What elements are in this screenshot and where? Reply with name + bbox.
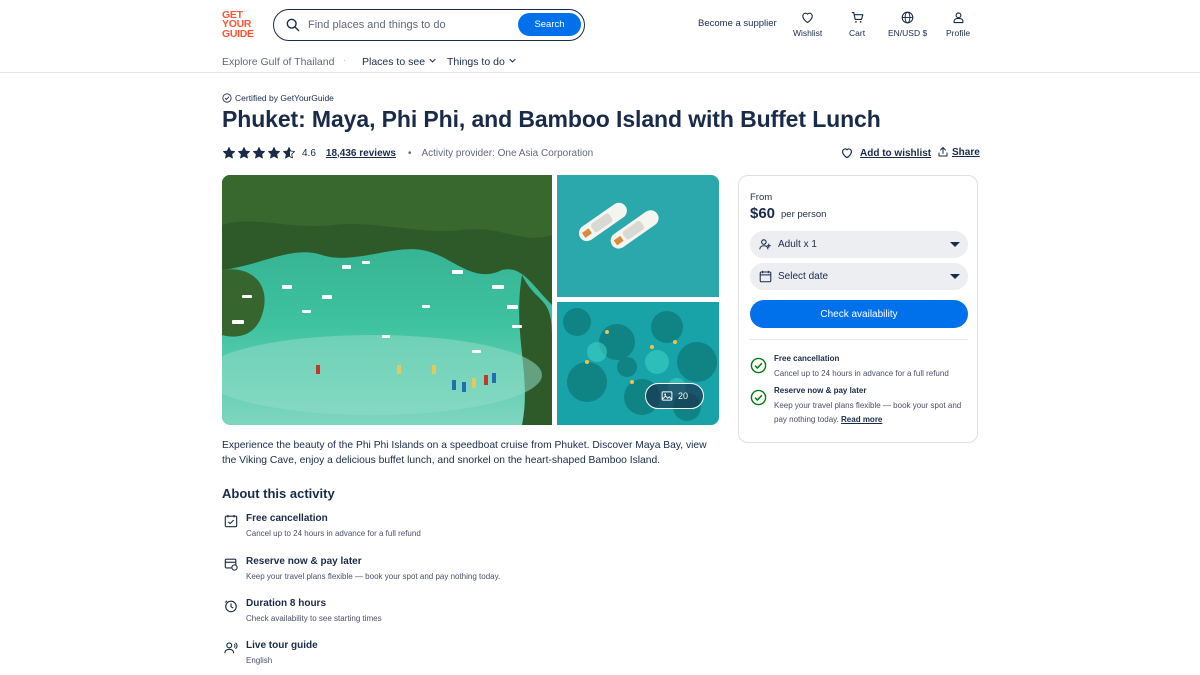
things-to-do-dropdown[interactable]: Things to do [447,56,516,68]
wallet-calendar-icon [224,558,238,571]
search-bar: Search [273,9,585,41]
rating-value: 4.6 [302,147,316,159]
feature-subtitle: English [246,656,273,665]
gallery-photo-speedboats[interactable] [557,175,719,297]
caret-down-icon [950,274,960,279]
nav-wishlist[interactable]: Wishlist [793,10,822,38]
check-availability-button[interactable]: Check availability [750,300,968,328]
star-icon [237,147,251,159]
badge-check-icon [222,93,232,103]
feature-title: Free cancellation [246,513,328,524]
feature-title: Duration 8 hours [246,598,327,609]
price-per-person: per person [781,209,827,220]
caret-down-icon [950,242,960,247]
nav-cart-label: Cart [849,28,866,38]
perk-subtitle: Cancel up to 24 hours in advance for a f… [774,369,949,378]
price-value: $60 [750,205,776,222]
rating-row: 4.6 18,436 reviews • Activity provider: … [222,145,593,161]
maya-bay-aerial-image [222,175,552,425]
image-icon [661,391,673,401]
calendar-check-icon [224,514,238,528]
price-from-label: From [750,192,773,203]
check-circle-icon [750,357,767,374]
about-section-title: About this activity [222,486,335,501]
separator-dot: · [343,55,347,66]
places-to-see-dropdown[interactable]: Places to see [362,56,436,68]
share-icon [938,147,948,157]
heart-icon [842,148,852,159]
check-circle-icon [750,389,767,406]
add-to-wishlist-label: Add to wishlist [860,147,932,159]
date-select[interactable]: Select date [750,263,968,290]
become-supplier-link[interactable]: Become a supplier [698,18,777,29]
certified-badge: Certified by GetYourGuide [222,93,334,103]
feature-subtitle: Keep your travel plans flexible — book y… [246,572,501,581]
perk-title: Free cancellation [774,354,840,363]
calendar-icon [759,270,772,283]
things-to-do-label: Things to do [447,56,505,68]
participants-select[interactable]: Adult x 1 [750,231,968,258]
clock-icon [224,600,237,613]
globe-icon [901,11,914,24]
sub-navigation: Explore Gulf of Thailand · Places to see… [0,48,1200,73]
nav-language-currency[interactable]: EN/USD $ [888,10,927,38]
share-label: Share [952,146,980,158]
search-icon [286,18,300,32]
certified-label: Certified by GetYourGuide [235,93,334,103]
places-to-see-label: Places to see [362,56,426,68]
star-icon [252,147,266,159]
view-all-photos-button[interactable]: 20 [645,383,704,409]
participants-icon [759,239,771,250]
card-divider [750,339,968,340]
page-title: Phuket: Maya, Phi Phi, and Bamboo Island… [222,106,881,132]
activity-provider[interactable]: Activity provider: One Asia Corporation [421,148,593,159]
getyourguide-logo[interactable]: GET YOUR GUIDE [222,10,262,40]
search-button[interactable]: Search [518,13,581,36]
date-value: Select date [778,271,829,282]
activity-description: Experience the beauty of the Phi Phi Isl… [222,440,707,466]
chevron-down-icon [429,58,436,63]
feature-title: Reserve now & pay later [246,556,362,567]
nav-cart[interactable]: Cart [849,10,865,38]
profile-icon [953,12,963,24]
photo-count-label: 20 [677,391,688,401]
rating-stars [222,146,296,160]
perk-title: Reserve now & pay later [774,386,867,395]
explore-link[interactable]: Explore Gulf of Thailand [222,56,334,68]
nav-language-label: EN/USD $ [888,28,928,38]
separator-bullet: • [407,147,412,159]
read-more-link[interactable]: Read more [841,415,882,424]
star-icon [222,147,236,159]
perk-subtitle: Keep your travel plans flexible — book y… [774,399,974,426]
cart-icon [851,11,863,23]
heart-icon [802,12,813,24]
guide-icon [224,642,238,654]
nav-profile[interactable]: Profile [946,10,970,38]
star-icon [267,147,281,159]
participants-value: Adult x 1 [778,239,817,250]
chevron-down-icon [509,58,516,63]
feature-subtitle: Check availability to see starting times [246,614,382,623]
star-icon [282,147,296,159]
share-button[interactable]: Share [937,146,980,158]
nav-profile-label: Profile [946,28,971,38]
reviews-link[interactable]: 18,436 reviews [326,148,396,159]
add-to-wishlist-button[interactable]: Add to wishlist [840,146,931,160]
nav-wishlist-label: Wishlist [793,28,823,38]
gallery-main-photo[interactable] [222,175,552,425]
top-header: GET YOUR GUIDE Search Become a supplier … [0,0,1200,48]
feature-title: Live tour guide [246,640,318,651]
feature-subtitle: Cancel up to 24 hours in advance for a f… [246,529,421,538]
speedboats-image [557,175,719,297]
logo-line-3: GUIDE [222,27,254,40]
booking-card: From $60 per person Adult x 1 Select dat… [738,175,978,443]
